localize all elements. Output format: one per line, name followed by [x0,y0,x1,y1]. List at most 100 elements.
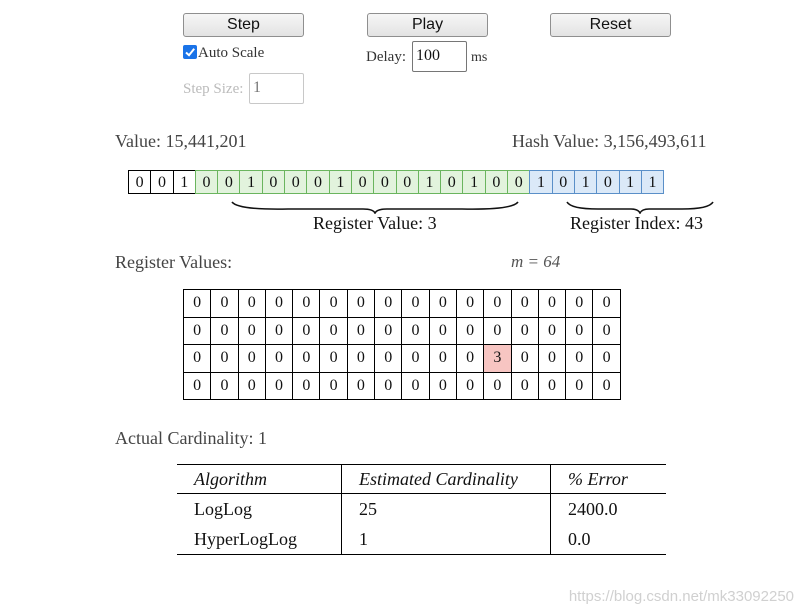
register-grid: 0000000000000000000000000000000000000000… [182,289,621,400]
register-cell: 0 [182,316,212,345]
register-cell: 0 [264,371,294,400]
register-cell: 0 [537,289,567,318]
col-header-error: % Error [550,464,666,494]
delay-unit-label: ms [471,50,488,65]
auto-scale-label: Auto Scale [198,45,265,61]
register-cell: 0 [565,289,594,318]
register-cell: 0 [237,344,266,373]
register-row: 0000000000030000 [182,344,621,373]
watermark: https://blog.csdn.net/mk33092250 [568,588,794,605]
register-cell: 0 [510,371,539,400]
register-cell: 0 [537,316,567,345]
hash-bit: 0 [128,170,152,194]
register-cell: 0 [592,289,621,318]
hash-bit: 1 [462,170,486,194]
register-cell: 0 [374,371,403,400]
estimate-cell: 25 [341,493,551,524]
hash-bit: 0 [596,170,620,194]
hash-bit: 1 [417,170,442,194]
step-size-input[interactable]: 1 [249,73,304,104]
register-cell: 0 [565,344,594,373]
register-cell: 0 [401,344,430,373]
hash-bit: 0 [217,170,241,194]
register-cell: 0 [346,371,376,400]
register-cell: 0 [592,316,621,345]
step-button[interactable]: Step [183,13,304,37]
register-cell: 0 [428,344,457,373]
hash-value-text: Hash Value: 3,156,493,611 [512,131,707,151]
reset-button[interactable]: Reset [550,13,671,37]
estimate-cell: 1 [341,524,551,555]
register-cell: 0 [483,371,512,400]
register-row: 0000000000000000 [182,371,621,400]
m-label: m = 64 [511,252,561,271]
register-cell: 0 [510,289,539,318]
delay-label: Delay: [366,49,406,65]
register-cell: 0 [210,344,239,373]
algorithm-cell: LogLog [194,498,252,519]
register-cell: 0 [455,371,485,400]
actual-cardinality-text: Actual Cardinality: 1 [115,428,267,448]
delay-input[interactable]: 100 [412,41,467,72]
register-values-label: Register Values: [115,252,233,272]
register-cell: 0 [210,316,239,345]
register-cell: 0 [510,316,539,345]
register-cell: 0 [401,316,430,345]
register-value-label: Register Value: 3 [313,213,437,233]
register-index-brace [566,201,714,214]
hash-bit: 0 [484,170,509,194]
table-row: HyperLogLog 1 0.0 [177,524,666,555]
hash-bit: 0 [373,170,397,194]
register-cell: 0 [592,344,621,373]
register-row: 0000000000000000 [182,289,621,318]
register-cell: 0 [210,289,239,318]
register-cell: 0 [374,344,403,373]
register-cell: 0 [510,344,539,373]
register-cell: 0 [455,289,485,318]
col-header-estimated-cardinality: Estimated Cardinality [341,464,551,494]
register-cell: 0 [237,289,266,318]
register-cell: 0 [182,344,212,373]
hash-bit: 0 [306,170,330,194]
hash-bit: 0 [261,170,286,194]
hash-bit: 0 [507,170,531,194]
register-cell: 0 [455,344,485,373]
hash-bit: 1 [172,170,196,194]
register-cell: 0 [182,289,212,318]
hash-bit: 1 [529,170,553,194]
col-header-algorithm: Algorithm [177,464,342,494]
hash-bit: 0 [284,170,308,194]
register-cell: 0 [210,371,239,400]
register-cell: 0 [237,316,266,345]
register-cell: 0 [483,289,512,318]
register-cell: 0 [237,371,266,400]
register-cell-highlighted: 3 [483,344,512,373]
register-cell: 0 [346,289,376,318]
hash-bit: 0 [440,170,464,194]
register-cell: 0 [182,371,212,400]
register-cell: 0 [374,289,403,318]
register-cell: 0 [346,344,376,373]
register-cell: 0 [319,371,348,400]
table-row: LogLog 25 2400.0 [177,493,666,524]
register-cell: 0 [428,316,457,345]
results-table: Algorithm Estimated Cardinality % Error … [177,464,666,555]
hash-bit: 0 [551,170,575,194]
register-row: 0000000000000000 [182,316,621,345]
register-index-label: Register Index: 43 [570,213,703,233]
register-cell: 0 [428,371,457,400]
register-cell: 0 [428,289,457,318]
register-cell: 0 [292,289,321,318]
register-cell: 0 [565,316,594,345]
register-cell: 0 [264,289,294,318]
error-cell: 0.0 [550,524,666,555]
register-cell: 0 [565,371,594,400]
register-cell: 0 [374,316,403,345]
auto-scale-checkbox[interactable] [183,45,197,59]
hash-bits-row: 001001000100010100101011 [128,170,665,196]
register-cell: 0 [537,344,567,373]
hash-bit: 1 [239,170,263,194]
play-button[interactable]: Play [367,13,488,37]
register-cell: 0 [292,316,321,345]
register-value-brace [231,201,519,214]
